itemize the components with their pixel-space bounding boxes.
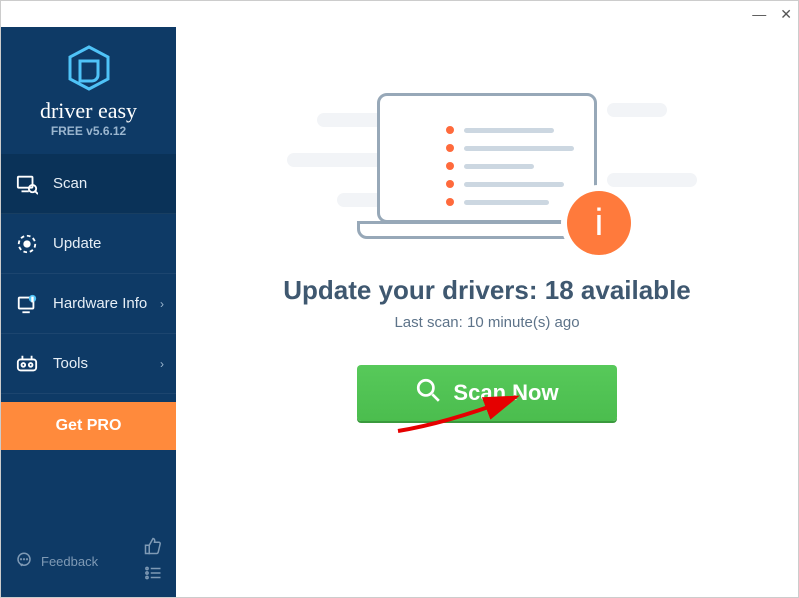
scan-illustration: i bbox=[347, 83, 627, 253]
sidebar-item-tools[interactable]: Tools › bbox=[1, 334, 176, 394]
sidebar-item-label: Update bbox=[53, 235, 101, 252]
tools-icon bbox=[15, 352, 39, 376]
minimize-button[interactable]: — bbox=[752, 6, 766, 22]
titlebar: — ✕ bbox=[1, 1, 798, 27]
headline-prefix: Update your drivers: bbox=[283, 275, 545, 305]
scan-now-button[interactable]: Scan Now bbox=[357, 365, 617, 421]
sidebar-item-label: Tools bbox=[53, 355, 88, 372]
hardware-info-icon: i bbox=[15, 292, 39, 316]
last-scan-text: Last scan: 10 minute(s) ago bbox=[394, 314, 579, 331]
sidebar: driver easy FREE v5.6.12 Scan Update i bbox=[1, 27, 176, 597]
info-badge-icon: i bbox=[567, 191, 631, 255]
headline: Update your drivers: 18 available bbox=[283, 275, 691, 306]
chevron-right-icon: › bbox=[160, 297, 164, 311]
scan-now-label: Scan Now bbox=[453, 380, 558, 406]
sidebar-item-scan[interactable]: Scan bbox=[1, 154, 176, 214]
get-pro-button[interactable]: Get PRO bbox=[1, 402, 176, 450]
headline-suffix: available bbox=[574, 275, 691, 305]
available-count: 18 bbox=[545, 275, 574, 305]
update-icon bbox=[15, 232, 39, 256]
scan-icon bbox=[15, 172, 39, 196]
sidebar-item-label: Scan bbox=[53, 175, 87, 192]
svg-text:i: i bbox=[32, 297, 33, 303]
app-version: FREE v5.6.12 bbox=[1, 124, 176, 138]
close-button[interactable]: ✕ bbox=[780, 6, 792, 23]
app-logo-icon bbox=[66, 45, 112, 96]
sidebar-item-label: Hardware Info bbox=[53, 295, 147, 312]
chat-icon bbox=[15, 551, 33, 572]
sidebar-bottom: Feedback bbox=[1, 525, 176, 597]
search-icon bbox=[415, 377, 441, 409]
nav: Scan Update i Hardware Info › Tools bbox=[1, 154, 176, 394]
thumbs-up-icon[interactable] bbox=[144, 537, 162, 558]
app-brand: driver easy bbox=[1, 100, 176, 122]
sidebar-item-update[interactable]: Update bbox=[1, 214, 176, 274]
logo-area: driver easy FREE v5.6.12 bbox=[1, 27, 176, 148]
feedback-label: Feedback bbox=[41, 554, 98, 569]
feedback-button[interactable]: Feedback bbox=[15, 551, 98, 572]
chevron-right-icon: › bbox=[160, 357, 164, 371]
list-icon[interactable] bbox=[144, 564, 162, 585]
sidebar-item-hardware-info[interactable]: i Hardware Info › bbox=[1, 274, 176, 334]
main-panel: i Update your drivers: 18 available Last… bbox=[176, 27, 798, 597]
